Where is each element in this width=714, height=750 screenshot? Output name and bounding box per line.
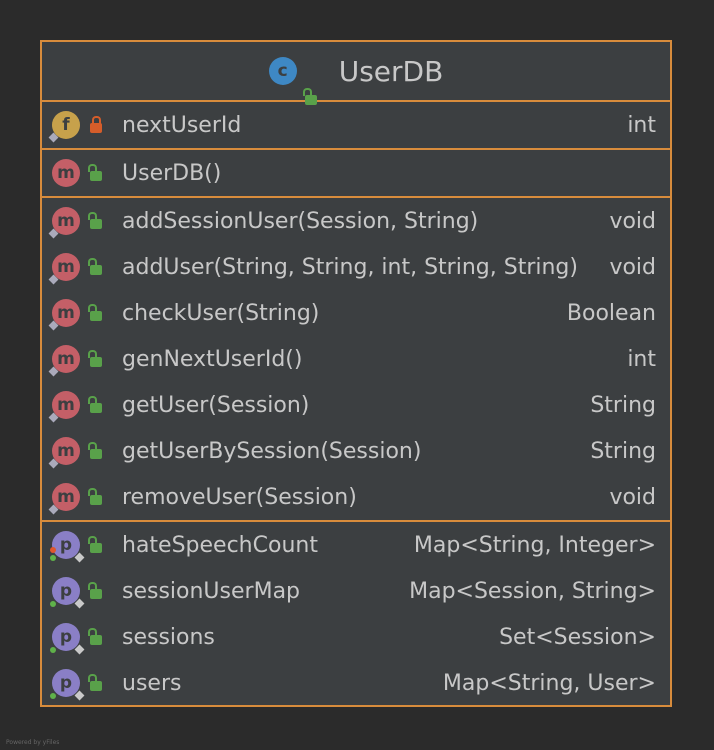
method-name: checkUser(String) — [122, 300, 320, 326]
public-lock-icon — [88, 304, 102, 321]
public-lock-icon — [88, 536, 102, 553]
method-name: getUserBySession(Session) — [122, 438, 422, 464]
method-return-type: void — [609, 208, 656, 234]
method-icon: m — [48, 391, 80, 423]
powered-by-watermark: Powered by yFiles — [6, 739, 60, 746]
method-icon: m — [48, 437, 80, 469]
field-name: nextUserId — [122, 112, 242, 138]
property-name: hateSpeechCount — [122, 532, 318, 558]
method-return-type: Boolean — [566, 300, 656, 326]
public-lock-icon — [88, 628, 102, 645]
method-row: m checkUser(String) Boolean — [42, 290, 670, 336]
public-lock-icon — [88, 212, 102, 229]
public-lock-icon — [88, 396, 102, 413]
property-type: Map<String, Integer> — [413, 532, 656, 558]
method-icon: m — [48, 299, 80, 331]
method-icon: m — [48, 207, 80, 239]
method-name: addUser(String, String, int, String, Str… — [122, 254, 578, 280]
property-name: sessionUserMap — [122, 578, 301, 604]
property-row: p hateSpeechCount Map<String, Integer> — [42, 522, 670, 568]
private-lock-icon — [90, 116, 102, 133]
property-row: p users Map<String, User> — [42, 660, 670, 706]
method-return-type: void — [609, 254, 656, 280]
uml-class-box: c UserDB f nextUserId int m UserDB() m a… — [40, 40, 672, 707]
method-row: m getUser(Session) String — [42, 382, 670, 428]
method-return-type: String — [590, 438, 656, 464]
property-icon: p — [50, 623, 85, 655]
public-lock-icon — [88, 164, 102, 181]
method-icon: m — [48, 483, 80, 515]
public-lock-icon — [88, 350, 102, 367]
class-name: UserDB — [338, 54, 444, 88]
properties-section: p hateSpeechCount Map<String, Integer> p… — [42, 522, 670, 706]
property-row: p sessions Set<Session> — [42, 614, 670, 660]
property-icon: p — [50, 531, 85, 563]
field-row: f nextUserId int — [42, 102, 670, 148]
public-lock-icon — [88, 258, 102, 275]
public-lock-icon — [88, 488, 102, 505]
property-type: Map<String, User> — [442, 670, 656, 696]
constructor-name: UserDB() — [122, 160, 222, 186]
public-lock-icon — [88, 674, 102, 691]
property-name: sessions — [122, 624, 215, 650]
public-lock-icon — [88, 442, 102, 459]
constructor-row: m UserDB() — [42, 150, 670, 196]
method-name: genNextUserId() — [122, 346, 303, 372]
method-row: m addUser(String, String, int, String, S… — [42, 244, 670, 290]
constructors-section: m UserDB() — [42, 150, 670, 198]
method-name: removeUser(Session) — [122, 484, 357, 510]
method-row: m removeUser(Session) void — [42, 474, 670, 520]
method-row: m genNextUserId() int — [42, 336, 670, 382]
field-type: int — [627, 112, 656, 138]
method-name: addSessionUser(Session, String) — [122, 208, 479, 234]
property-type: Set<Session> — [499, 624, 656, 650]
class-header: c UserDB — [42, 42, 670, 105]
method-name: getUser(Session) — [122, 392, 310, 418]
method-row: m addSessionUser(Session, String) void — [42, 198, 670, 244]
field-icon: f — [48, 111, 80, 143]
property-type: Map<Session, String> — [409, 578, 656, 604]
method-return-type: void — [609, 484, 656, 510]
method-return-type: String — [590, 392, 656, 418]
class-icon: c — [268, 57, 297, 85]
method-return-type: int — [627, 346, 656, 372]
property-row: p sessionUserMap Map<Session, String> — [42, 568, 670, 614]
methods-section: m addSessionUser(Session, String) void m… — [42, 198, 670, 522]
property-name: users — [122, 670, 182, 696]
fields-section: f nextUserId int — [42, 102, 670, 150]
property-icon: p — [50, 669, 85, 701]
public-lock-icon — [88, 582, 102, 599]
method-icon: m — [48, 253, 80, 285]
method-icon: m — [52, 159, 80, 187]
property-icon: p — [50, 577, 85, 609]
method-row: m getUserBySession(Session) String — [42, 428, 670, 474]
method-icon: m — [48, 345, 80, 377]
